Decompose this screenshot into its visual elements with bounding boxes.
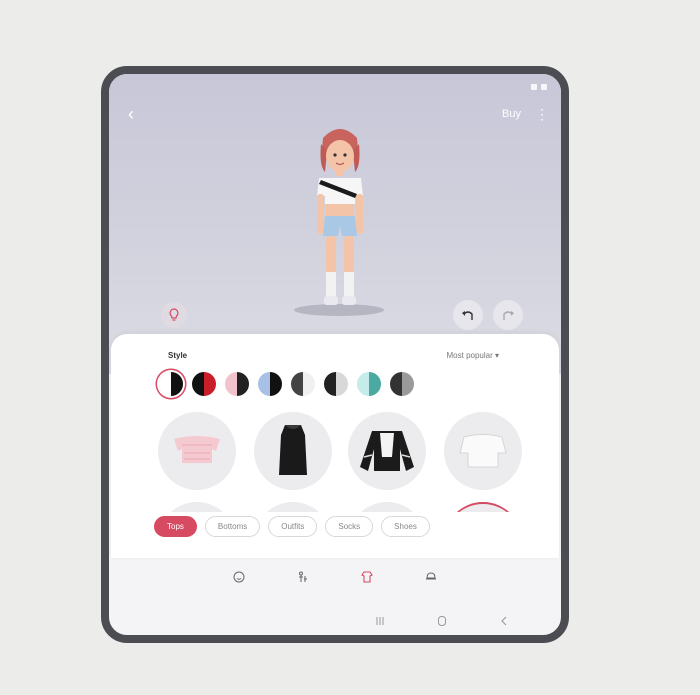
- undo-button[interactable]: [453, 300, 483, 330]
- tab-outfits[interactable]: Outfits: [268, 516, 318, 537]
- redo-icon: [503, 311, 514, 320]
- redo-button[interactable]: [493, 300, 523, 330]
- clothing-icon: [361, 571, 373, 583]
- back-icon: [501, 616, 507, 626]
- body-icon: [299, 571, 307, 582]
- clothing-item-pink-top[interactable]: [158, 412, 236, 490]
- clothing-item-white-top[interactable]: [444, 412, 522, 490]
- color-swatch[interactable]: [324, 372, 348, 396]
- battery-icon: [541, 84, 547, 90]
- color-swatch[interactable]: [159, 372, 183, 396]
- tab-bottoms[interactable]: Bottoms: [204, 516, 261, 537]
- color-swatch[interactable]: [192, 372, 216, 396]
- home-icon: [438, 616, 446, 626]
- accessories-icon: [426, 572, 436, 580]
- tablet-device: ‹ Buy ⋮ Style Most popular ▾ Tops Bottom…: [101, 66, 569, 643]
- pink-offshoulder-top-image: [174, 436, 220, 463]
- signal-icon: [531, 84, 537, 90]
- more-vertical-icon: ⋮: [535, 106, 549, 122]
- clothing-item[interactable]: [444, 502, 522, 512]
- clothing-item[interactable]: [348, 502, 426, 512]
- editor-bottom-nav: [109, 558, 561, 596]
- white-top-image: [459, 434, 507, 468]
- color-swatch-row: [159, 372, 414, 396]
- color-swatch[interactable]: [258, 372, 282, 396]
- tab-socks[interactable]: Socks: [325, 516, 374, 537]
- nav-accessories-button[interactable]: [424, 570, 438, 584]
- clothing-item-black-tank[interactable]: [254, 412, 332, 490]
- buy-button[interactable]: Buy: [502, 108, 521, 120]
- black-jacket-image: [360, 431, 414, 471]
- nav-face-button[interactable]: [232, 570, 246, 584]
- tab-tops[interactable]: Tops: [154, 516, 197, 537]
- recents-icon: [376, 617, 384, 625]
- color-swatch[interactable]: [225, 372, 249, 396]
- more-options-button[interactable]: ⋮: [535, 104, 549, 124]
- clothing-item[interactable]: [254, 502, 332, 512]
- black-tank-top-image: [279, 425, 307, 475]
- nav-body-button[interactable]: [296, 570, 310, 584]
- tab-shoes[interactable]: Shoes: [381, 516, 430, 537]
- clothing-item-black-jacket[interactable]: [348, 412, 426, 490]
- sort-dropdown[interactable]: Most popular ▾: [447, 351, 499, 360]
- lightbulb-icon: [169, 308, 179, 321]
- chevron-left-icon: ‹: [128, 104, 134, 124]
- face-icon: [233, 571, 245, 583]
- recents-button[interactable]: [373, 614, 387, 628]
- home-button[interactable]: [435, 614, 449, 628]
- hint-button[interactable]: [161, 302, 187, 328]
- nav-clothing-button[interactable]: [360, 570, 374, 584]
- avatar-figure[interactable]: [295, 122, 385, 322]
- app-screen: ‹ Buy ⋮ Style Most popular ▾ Tops Bottom…: [109, 74, 561, 635]
- clothing-item-grid: [158, 412, 528, 512]
- avatar-stage[interactable]: ‹ Buy ⋮: [109, 74, 561, 374]
- clothing-item[interactable]: [158, 502, 236, 512]
- color-swatch[interactable]: [390, 372, 414, 396]
- system-nav-bar: [109, 609, 561, 633]
- system-back-button[interactable]: [497, 614, 511, 628]
- undo-icon: [462, 311, 473, 320]
- status-bar: [531, 84, 547, 90]
- style-label: Style: [168, 351, 188, 360]
- customization-panel: Style Most popular ▾ Tops Bottoms Outfit…: [111, 334, 559, 558]
- category-tabs: Tops Bottoms Outfits Socks Shoes: [154, 516, 430, 537]
- back-button[interactable]: ‹: [121, 104, 141, 124]
- color-swatch[interactable]: [357, 372, 381, 396]
- color-swatch[interactable]: [291, 372, 315, 396]
